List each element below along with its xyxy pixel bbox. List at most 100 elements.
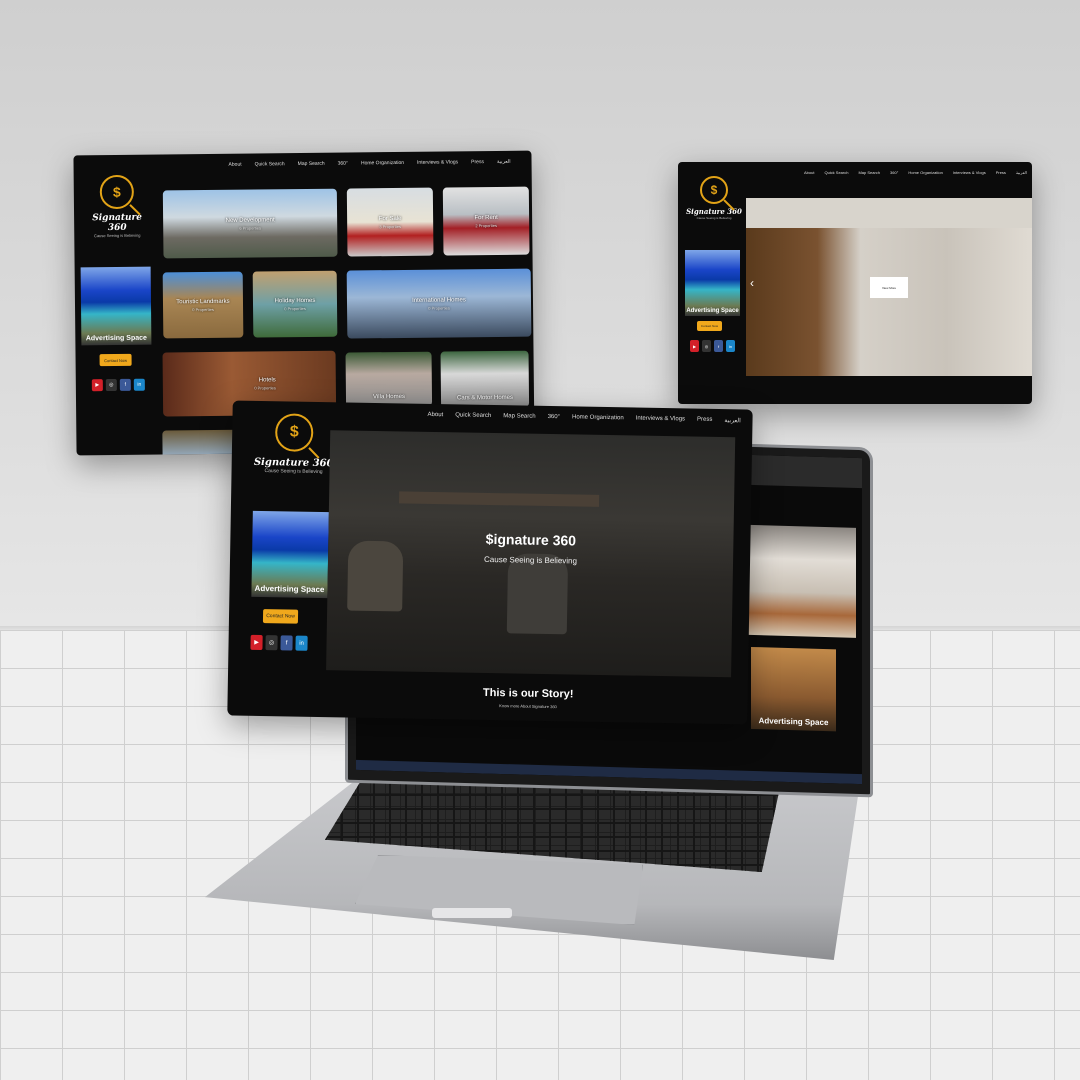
- nav-arabic[interactable]: العربية: [497, 159, 511, 165]
- brand-name: Signature 360: [686, 207, 742, 216]
- view-more-button[interactable]: View More: [870, 277, 908, 298]
- category-label: Villa Homes: [373, 393, 405, 401]
- slider-page-screenshot: About Quick Search Map Search 360° Home …: [678, 162, 1032, 404]
- windows-taskbar: [356, 759, 862, 785]
- chair: [506, 553, 569, 635]
- contact-now-button[interactable]: Contact Now: [697, 321, 722, 331]
- nav-about[interactable]: About: [427, 412, 444, 419]
- logo-icon: $: [274, 413, 314, 452]
- interior-image: [736, 524, 856, 638]
- contact-now-button[interactable]: Contact Now: [99, 353, 132, 367]
- category-count: 0 Properties: [254, 384, 276, 391]
- social-links: ▶ ◎ f in: [250, 634, 308, 651]
- category-count: 0 Properties: [284, 305, 306, 311]
- nav-press[interactable]: Press: [471, 159, 484, 165]
- ad-label: Advertising Space: [686, 308, 739, 314]
- nav-map-search[interactable]: Map Search: [298, 161, 325, 167]
- nav-press[interactable]: Press: [996, 170, 1006, 175]
- instagram-icon[interactable]: ◎: [702, 340, 711, 352]
- category-label: For Sale: [378, 215, 402, 222]
- youtube-icon[interactable]: ▶: [91, 379, 103, 392]
- advertising-space-pyramids[interactable]: Advertising Space: [751, 646, 836, 732]
- nav-arabic[interactable]: العربية: [724, 417, 741, 424]
- instagram-icon[interactable]: ◎: [265, 635, 278, 651]
- category-count: 0 Properties: [428, 304, 450, 311]
- advertising-space[interactable]: Advertising Space: [80, 266, 152, 346]
- nav-interviews[interactable]: Interviews & Vlogs: [636, 416, 685, 424]
- facebook-icon[interactable]: f: [119, 378, 131, 391]
- nav-about[interactable]: About: [229, 162, 242, 168]
- logo[interactable]: $ Signature 360 Cause Seeing is Believin…: [82, 174, 153, 239]
- nav-home-organization[interactable]: Home Organization: [361, 160, 404, 166]
- ad-label: Advertising Space: [85, 334, 147, 343]
- category-label: Touristic Landmarks: [176, 298, 230, 305]
- category-cars-motor-homes[interactable]: Cars & Motor Homes: [440, 350, 530, 408]
- category-for-sale[interactable]: For Sale 3 Properties: [346, 187, 434, 257]
- nav-quick-search[interactable]: Quick Search: [255, 161, 285, 167]
- category-label: International Homes: [412, 296, 466, 304]
- contact-now-button[interactable]: Contact Now: [262, 609, 299, 624]
- main-nav: About Quick Search Map Search 360° Home …: [804, 170, 1027, 175]
- facebook-icon[interactable]: f: [714, 340, 723, 352]
- hero-banner: $ignature 360 Cause Seeing is Believing: [326, 430, 736, 678]
- nav-interviews[interactable]: Interviews & Vlogs: [417, 159, 458, 165]
- advertising-space[interactable]: Advertising Space: [685, 250, 740, 316]
- nav-quick-search[interactable]: Quick Search: [824, 170, 848, 175]
- nav-quick-search[interactable]: Quick Search: [455, 412, 491, 420]
- nav-360[interactable]: 360°: [890, 170, 898, 175]
- category-count: 3 Properties: [379, 223, 402, 229]
- nav-360[interactable]: 360°: [338, 161, 348, 167]
- nav-interviews[interactable]: Interviews & Vlogs: [953, 170, 986, 175]
- ad-label: Advertising Space: [758, 716, 829, 728]
- linkedin-icon[interactable]: in: [133, 378, 145, 391]
- linkedin-icon[interactable]: in: [295, 635, 308, 651]
- browser-toolbar: [736, 454, 862, 489]
- hero-slider: ‹ View More: [746, 198, 1032, 376]
- category-holiday-homes[interactable]: Holiday Homes 0 Properties: [252, 270, 338, 338]
- nav-home-organization[interactable]: Home Organization: [908, 170, 942, 175]
- category-for-rent[interactable]: For Rent 2 Properties: [442, 186, 530, 256]
- category-touristic-landmarks[interactable]: Touristic Landmarks 0 Properties: [162, 271, 244, 339]
- instagram-icon[interactable]: ◎: [105, 378, 117, 392]
- home-page-screenshot: About Quick Search Map Search 360° Home …: [227, 400, 753, 725]
- youtube-icon[interactable]: ▶: [690, 340, 699, 352]
- category-label: New Development: [225, 216, 275, 224]
- category-label: For Rent: [474, 214, 498, 221]
- brand-name: Signature 360: [92, 212, 143, 234]
- nav-about[interactable]: About: [804, 170, 814, 175]
- category-villa-homes[interactable]: Villa Homes: [345, 351, 433, 407]
- facebook-icon[interactable]: f: [280, 635, 293, 651]
- tagline: Cause Seeing is Believing: [94, 232, 141, 239]
- category-count: 6 Properties: [239, 224, 262, 231]
- linkedin-icon[interactable]: in: [726, 340, 735, 352]
- nav-map-search[interactable]: Map Search: [503, 413, 535, 421]
- logo[interactable]: $ Signature 360 Cause Seeing is Believin…: [684, 176, 744, 220]
- category-tile-partial[interactable]: [162, 429, 243, 456]
- nav-arabic[interactable]: العربية: [1016, 170, 1027, 175]
- nav-360[interactable]: 360°: [548, 414, 561, 421]
- chair: [347, 540, 404, 612]
- slider-prev-arrow[interactable]: ‹: [750, 276, 754, 290]
- logo[interactable]: $ Signature 360 Cause Seeing is Believin…: [254, 413, 335, 475]
- category-count: 2 Properties: [475, 222, 498, 228]
- logo-icon: $: [700, 176, 728, 204]
- nav-press[interactable]: Press: [697, 417, 712, 424]
- nav-map-search[interactable]: Map Search: [858, 170, 880, 175]
- dining-table: [399, 491, 600, 507]
- category-label: Cars & Motor Homes: [456, 394, 514, 402]
- category-new-development[interactable]: New Development 6 Properties: [162, 188, 338, 259]
- logo-icon: $: [99, 174, 135, 210]
- tagline: Cause Seeing is Believing: [264, 468, 323, 476]
- main-nav: About Quick Search Map Search 360° Home …: [427, 412, 741, 424]
- youtube-icon[interactable]: ▶: [250, 634, 263, 651]
- social-links: ▶ ◎ f in: [690, 340, 735, 352]
- ceiling: [746, 198, 1032, 228]
- category-label: Hotels: [258, 376, 276, 383]
- social-links: ▶ ◎ f in: [91, 378, 145, 392]
- nav-home-organization[interactable]: Home Organization: [572, 414, 624, 422]
- main-nav: About Quick Search Map Search 360° Home …: [229, 159, 511, 168]
- ad-label: Advertising Space: [254, 583, 325, 595]
- tagline: Cause Seeing is Believing: [696, 216, 732, 220]
- category-international-homes[interactable]: International Homes 0 Properties: [346, 268, 532, 339]
- advertising-space[interactable]: Advertising Space: [251, 510, 329, 599]
